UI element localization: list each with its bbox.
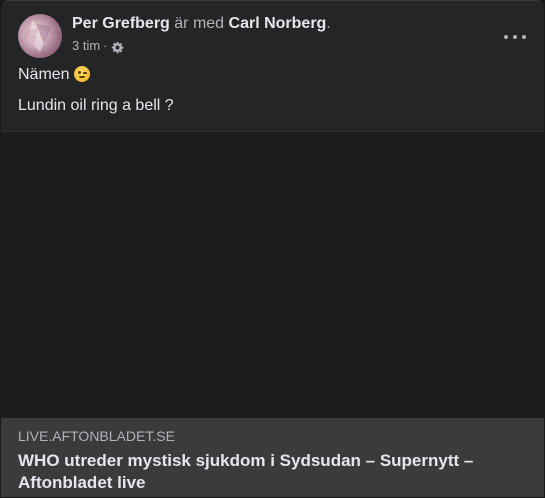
more-dot xyxy=(513,35,517,39)
separator: · xyxy=(103,38,108,53)
more-dot xyxy=(522,35,526,39)
link-domain: LIVE.AFTONBLADET.SE xyxy=(18,428,175,444)
link-preview-image[interactable] xyxy=(1,131,544,419)
post-card: Per Grefberg är med Carl Norberg. 3 tim … xyxy=(1,0,544,497)
post-header: Per Grefberg är med Carl Norberg. 3 tim … xyxy=(18,14,544,60)
link-headline[interactable]: WHO utreder mystisk sjukdom i Sydsudan –… xyxy=(18,450,527,494)
post-text: Nämen Lundin oil ring a bell ? xyxy=(18,65,174,116)
timestamp[interactable]: 3 tim xyxy=(72,38,100,54)
post-subline: 3 tim · xyxy=(72,38,331,54)
with-text: är med xyxy=(174,15,225,32)
more-dot xyxy=(504,35,508,39)
post-meta: Per Grefberg är med Carl Norberg. 3 tim … xyxy=(72,14,331,54)
post-line-1-text: Nämen xyxy=(18,66,70,83)
author-line: Per Grefberg är med Carl Norberg. xyxy=(72,14,331,34)
more-options-icon[interactable] xyxy=(504,32,526,42)
avatar[interactable] xyxy=(18,14,62,58)
winking-face-icon xyxy=(73,66,90,82)
avatar-image xyxy=(24,20,52,52)
post-line-1: Nämen xyxy=(18,65,174,85)
author-name[interactable]: Per Grefberg xyxy=(72,15,170,32)
period: . xyxy=(326,15,331,32)
tagged-name[interactable]: Carl Norberg xyxy=(229,15,327,32)
gear-icon[interactable] xyxy=(111,41,124,54)
post-line-2: Lundin oil ring a bell ? xyxy=(18,97,174,114)
link-preview[interactable]: LIVE.AFTONBLADET.SE WHO utreder mystisk … xyxy=(1,418,544,497)
